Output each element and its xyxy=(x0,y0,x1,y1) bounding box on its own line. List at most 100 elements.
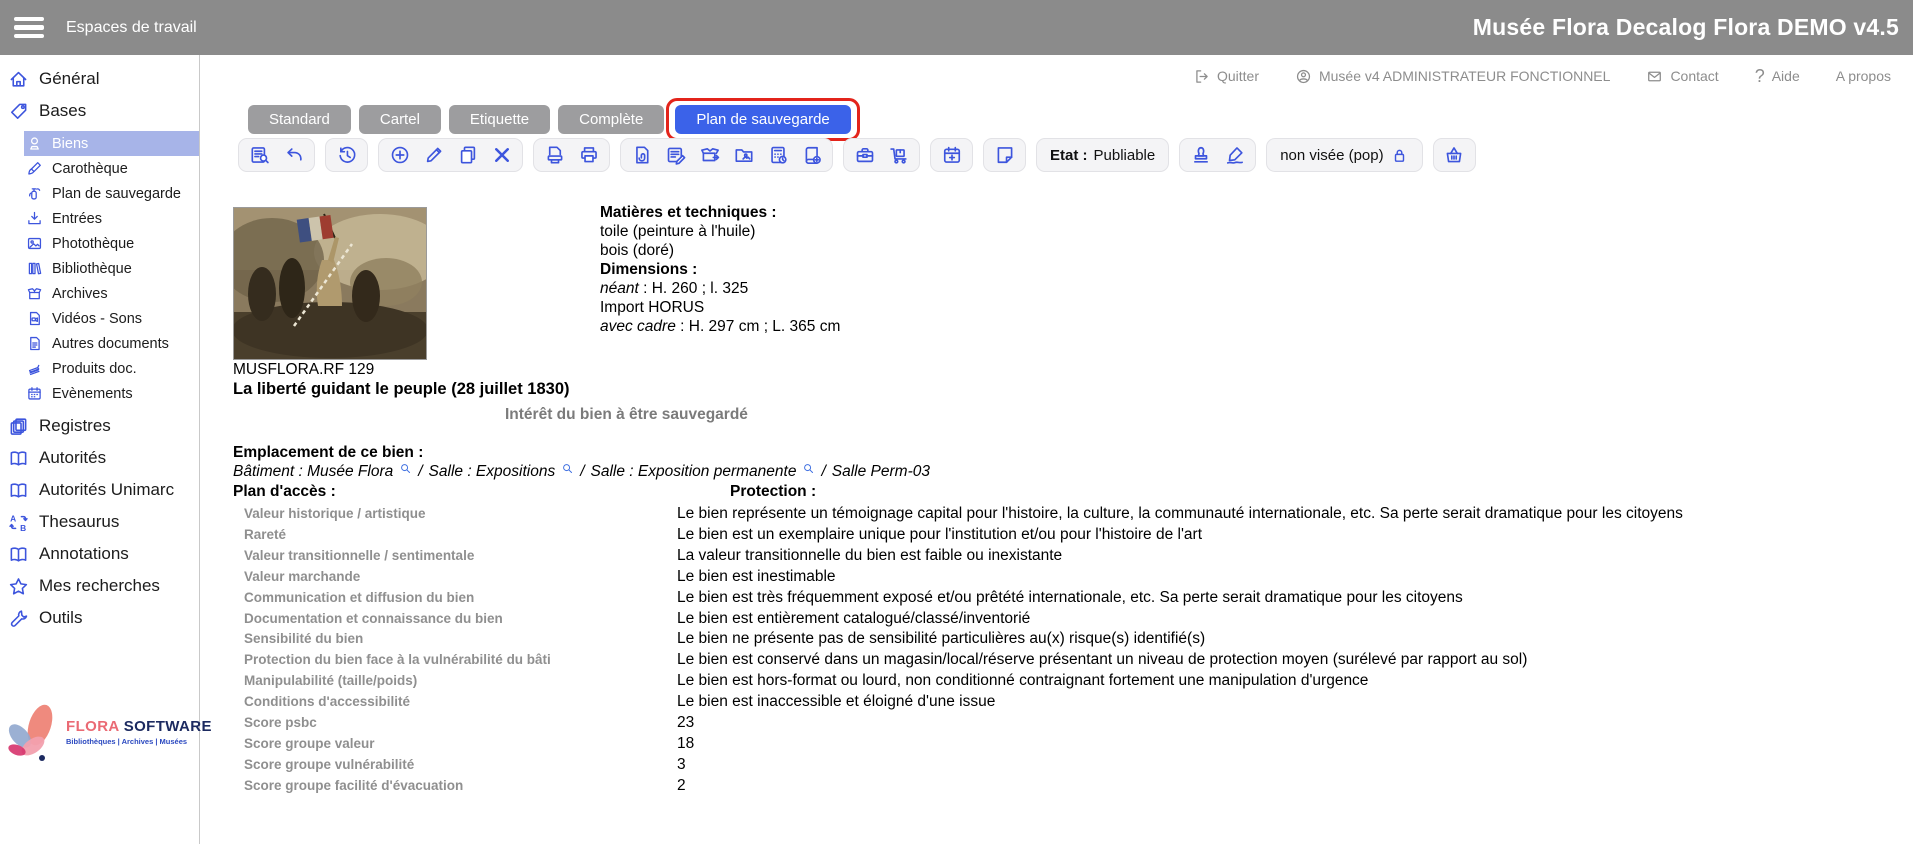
sidebar-item-biens[interactable]: Biens xyxy=(24,131,199,156)
protection-header: Protection : xyxy=(730,483,816,501)
sidebar-item-annotations[interactable]: Annotations xyxy=(0,538,199,570)
pencil-icon xyxy=(423,144,445,166)
trolley-button[interactable] xyxy=(883,141,914,169)
pencil-button[interactable] xyxy=(418,141,449,169)
undo-button[interactable] xyxy=(278,141,309,169)
location-search-link[interactable] xyxy=(561,470,574,475)
copy-icon xyxy=(457,144,479,166)
menu-icon[interactable] xyxy=(14,13,44,43)
basket-button[interactable] xyxy=(1439,141,1470,169)
criterion-label: Valeur historique / artistique xyxy=(244,504,677,525)
sidebar-item-label: Evènements xyxy=(52,386,133,402)
sidebar-item-evenements[interactable]: Evènements xyxy=(24,381,199,406)
calendar-plus-button[interactable] xyxy=(936,141,967,169)
logo-tagline: Bibliothèques | Archives | Musées xyxy=(66,737,212,746)
box-export-button[interactable] xyxy=(694,141,725,169)
printer-button[interactable] xyxy=(573,141,604,169)
sidebar-item-label: Entrées xyxy=(52,211,102,227)
sidebar-item-registres[interactable]: Registres xyxy=(0,410,199,442)
note-button[interactable] xyxy=(989,141,1020,169)
criterion-label: Documentation et connaissance du bien xyxy=(244,609,677,630)
basket-icon xyxy=(1443,144,1465,166)
sidebar-item-label: Général xyxy=(39,69,99,89)
criterion-label: Manipulabilité (taille/poids) xyxy=(244,671,677,692)
bust-icon xyxy=(26,135,43,152)
doc-attach-icon xyxy=(631,144,653,166)
criterion-label: Sensibilité du bien xyxy=(244,629,677,650)
sidebar-item-thesaurus[interactable]: ABThesaurus xyxy=(0,506,199,538)
extinguisher-icon xyxy=(26,185,43,202)
star-icon xyxy=(8,576,29,597)
sidebar-item-entrees[interactable]: Entrées xyxy=(24,206,199,231)
toolbar-group xyxy=(1433,138,1476,172)
criterion-value: Le bien est conservé dans un magasin/loc… xyxy=(677,650,1683,671)
calculator-button[interactable] xyxy=(762,141,793,169)
sidebar-item-general[interactable]: Général xyxy=(0,63,199,95)
tab-plan-de-sauvegarde[interactable]: Plan de sauvegarde xyxy=(675,105,850,134)
visa-badge[interactable]: non visée (pop) xyxy=(1266,138,1422,172)
plus-circle-button[interactable] xyxy=(384,141,415,169)
sidebar-item-outils[interactable]: Outils xyxy=(0,602,199,634)
sheets-icon xyxy=(26,360,43,377)
home-icon xyxy=(8,69,29,90)
copy-button[interactable] xyxy=(452,141,483,169)
criterion-label: Protection du bien face à la vulnérabili… xyxy=(244,650,677,671)
criterion-label: Conditions d'accessibilité xyxy=(244,692,677,713)
sidebar-item-bibliotheque[interactable]: Bibliothèque xyxy=(24,256,199,281)
close-button[interactable] xyxy=(486,141,517,169)
dimension-line: néant : H. 260 ; l. 325 xyxy=(600,279,840,298)
location-search-link[interactable] xyxy=(802,470,815,475)
sidebar-item-label: Annotations xyxy=(39,544,129,564)
folder-image-button[interactable] xyxy=(728,141,759,169)
sidebar-item-label: Biens xyxy=(52,136,88,152)
doc-print-button[interactable] xyxy=(539,141,570,169)
toolbar-group xyxy=(620,138,833,172)
criterion-value: Le bien ne présente pas de sensibilité p… xyxy=(677,629,1683,650)
toolbar-group xyxy=(1179,138,1256,172)
calendar-icon xyxy=(26,385,43,402)
folder-image-icon xyxy=(733,144,755,166)
wrench-icon xyxy=(8,608,29,629)
stamp-button[interactable] xyxy=(1185,141,1216,169)
sidebar-item-phototheque[interactable]: Photothèque xyxy=(24,231,199,256)
toolbar-group xyxy=(843,138,920,172)
sidebar-item-label: Plan de sauvegarde xyxy=(52,186,181,202)
form-edit-button[interactable] xyxy=(660,141,691,169)
book-add-button[interactable] xyxy=(796,141,827,169)
sign-button[interactable] xyxy=(1219,141,1250,169)
flora-petals-icon xyxy=(4,703,60,761)
artwork-thumbnail[interactable] xyxy=(233,207,427,360)
tab-complete[interactable]: Complète xyxy=(558,105,664,134)
location-search-link[interactable] xyxy=(399,470,412,475)
sidebar-item-bases[interactable]: Bases xyxy=(0,95,199,127)
record-title: La liberté guidant le peuple (28 juillet… xyxy=(233,380,570,399)
sidebar-item-archives[interactable]: Archives xyxy=(24,281,199,306)
sidebar-item-autorites-unimarc[interactable]: Autorités Unimarc xyxy=(0,474,199,506)
criterion-value: Le bien est hors-format ou lourd, non co… xyxy=(677,671,1683,692)
history-button[interactable] xyxy=(331,141,362,169)
photo-icon xyxy=(26,235,43,252)
flora-logo: FLORA SOFTWARE Bibliothèques | Archives … xyxy=(4,703,212,761)
tab-cartel[interactable]: Cartel xyxy=(359,105,441,134)
doc-attach-button[interactable] xyxy=(626,141,657,169)
sidebar-item-label: Bases xyxy=(39,101,86,121)
sidebar-item-videos-sons[interactable]: Vidéos - Sons xyxy=(24,306,199,331)
sidebar-item-autres-documents[interactable]: Autres documents xyxy=(24,331,199,356)
main-content: Standard Cartel Etiquette Complète Plan de s… xyxy=(200,55,1913,844)
sidebar-item-label: Thesaurus xyxy=(39,512,119,532)
status-badge: Etat :Publiable xyxy=(1036,138,1169,172)
sidebar-item-autorites[interactable]: Autorités xyxy=(0,442,199,474)
sidebar-item-produits-doc[interactable]: Produits doc. xyxy=(24,356,199,381)
criterion-label: Score psbc xyxy=(244,713,677,734)
toolbox-button[interactable] xyxy=(849,141,880,169)
criterion-value: 18 xyxy=(677,734,1683,755)
location-segment: Salle Perm-03 xyxy=(832,463,930,481)
topbar: Espaces de travail Musée Flora Decalog F… xyxy=(0,0,1913,55)
sidebar-item-carotheque[interactable]: Carothèque xyxy=(24,156,199,181)
sidebar-item-plan-de-sauvegarde[interactable]: Plan de sauvegarde xyxy=(24,181,199,206)
toolbar-group xyxy=(930,138,973,172)
tab-standard[interactable]: Standard xyxy=(248,105,351,134)
form-search-button[interactable] xyxy=(244,141,275,169)
sidebar-item-mes-recherches[interactable]: Mes recherches xyxy=(0,570,199,602)
tab-etiquette[interactable]: Etiquette xyxy=(449,105,550,134)
